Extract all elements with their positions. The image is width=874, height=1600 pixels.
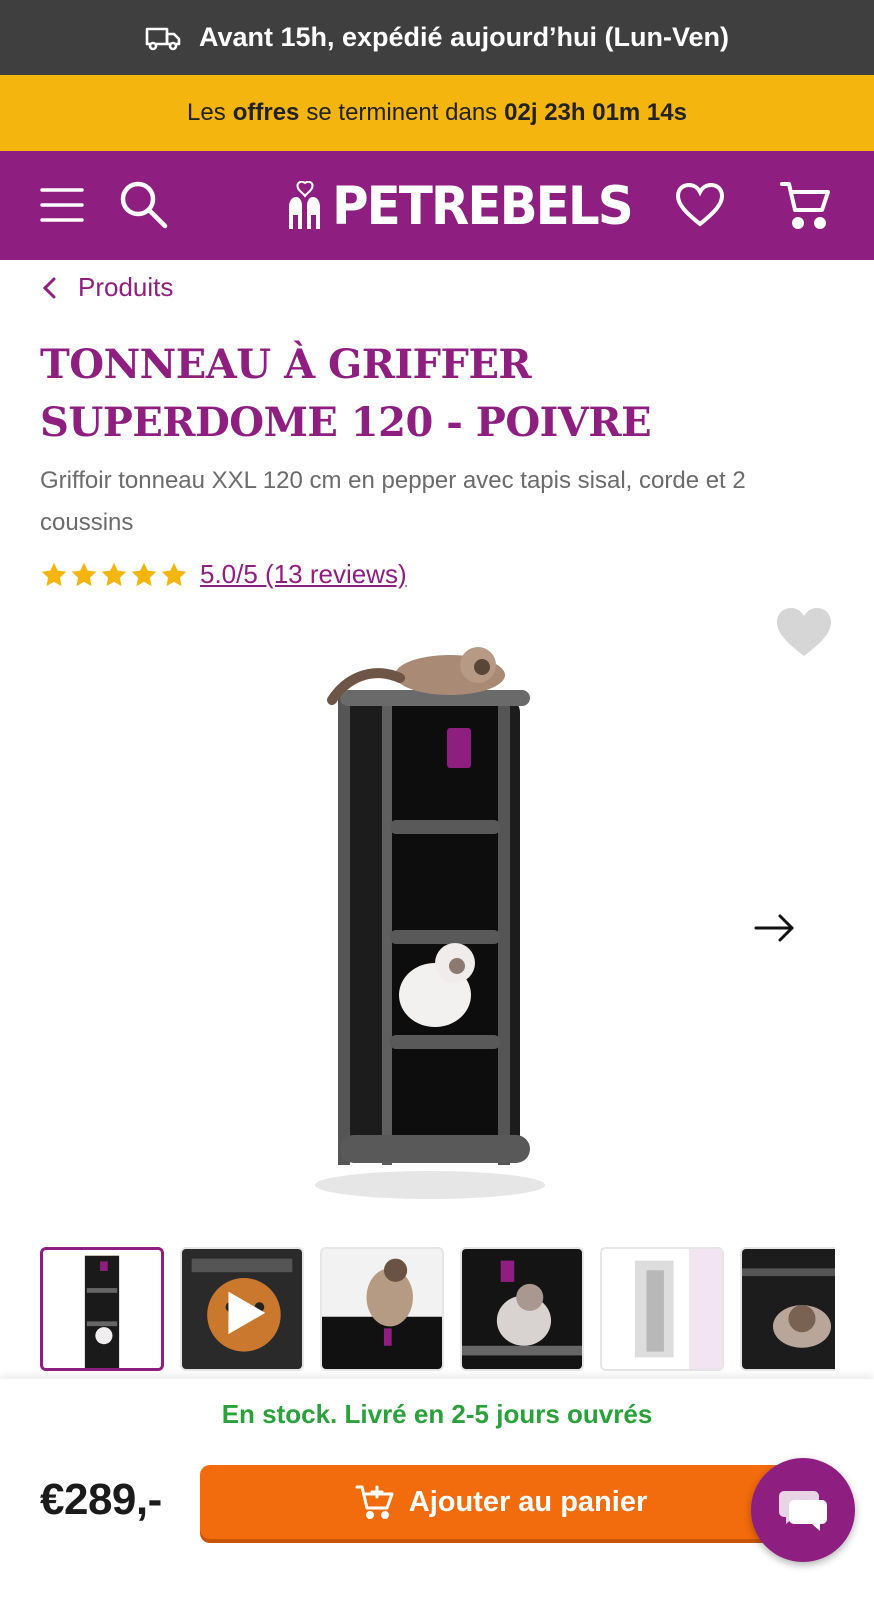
product-main-image[interactable] <box>310 640 550 1220</box>
star-icon <box>71 562 97 586</box>
stock-status: En stock. Livré en 2-5 jours ouvrés <box>221 1399 653 1429</box>
brand-name: PETREBELS <box>332 175 634 237</box>
thumbnail-image <box>182 1249 302 1369</box>
offer-prefix: Les <box>187 99 226 126</box>
cart-button[interactable] <box>780 179 832 231</box>
star-icon <box>161 562 187 586</box>
search-icon <box>120 181 168 229</box>
wishlist-button[interactable] <box>674 179 726 231</box>
breadcrumb-label: Produits <box>78 272 174 302</box>
offer-middle: se terminent dans <box>306 99 498 126</box>
add-to-wishlist-heart-icon[interactable] <box>775 606 833 658</box>
star-icon <box>41 562 67 586</box>
thumbnail-image <box>43 1250 161 1368</box>
star-icon <box>101 562 127 586</box>
search-button[interactable] <box>118 179 170 231</box>
sticky-purchase-bar: En stock. Livré en 2-5 jours ouvrés €289… <box>0 1379 874 1600</box>
shipping-text: Avant 15h, expédié aujourd’hui (Lun-Ven) <box>198 22 730 52</box>
cart-icon <box>780 182 830 229</box>
heart-icon <box>675 182 725 227</box>
menu-icon <box>40 188 84 222</box>
thumbnail-image <box>742 1249 835 1369</box>
thumbnail-2-video[interactable] <box>180 1247 304 1371</box>
site-header: PETREBELS <box>0 151 874 260</box>
thumbnail-strip[interactable] <box>40 1247 835 1373</box>
brand-logo[interactable]: PETREBELS <box>286 175 634 237</box>
chat-button[interactable] <box>751 1458 855 1562</box>
product-subtitle: Griffoir tonneau XXL 120 cm en pepper av… <box>40 467 746 536</box>
add-to-cart-label: Ajouter au panier <box>408 1485 648 1518</box>
product-rating[interactable]: 5.0/5 (13 reviews) <box>40 559 407 590</box>
offer-countdown-banner: Les offres se terminent dans 02j 23h 01m… <box>0 75 874 151</box>
thumbnail-1[interactable] <box>40 1247 164 1371</box>
next-image-arrow-icon[interactable] <box>752 910 798 946</box>
thumbnail-5[interactable] <box>600 1247 724 1371</box>
menu-button[interactable] <box>36 179 88 231</box>
offer-countdown: 02j 23h 01m 14s <box>504 99 687 126</box>
add-to-cart-button[interactable]: Ajouter au panier <box>200 1465 802 1539</box>
product-price: €289,- <box>40 1475 162 1524</box>
chat-icon <box>779 1491 827 1531</box>
thumbnail-6[interactable] <box>740 1247 835 1371</box>
offer-highlight: offres <box>232 99 300 126</box>
chevron-left-icon <box>42 277 56 298</box>
reviews-link[interactable]: 5.0/5 (13 reviews) <box>200 559 407 590</box>
thumbnail-4[interactable] <box>460 1247 584 1371</box>
truck-icon <box>145 27 181 50</box>
cat-logo-icon <box>289 181 320 229</box>
thumbnail-image <box>602 1249 722 1369</box>
breadcrumb[interactable]: Produits <box>40 272 173 303</box>
thumbnail-image <box>462 1249 582 1369</box>
rating-stars <box>40 561 188 589</box>
thumbnail-image <box>322 1249 442 1369</box>
thumbnail-3[interactable] <box>320 1247 444 1371</box>
shipping-banner: Avant 15h, expédié aujourd’hui (Lun-Ven) <box>0 0 874 75</box>
star-icon <box>131 562 157 586</box>
add-to-cart-icon <box>355 1485 394 1519</box>
product-title: TONNEAU À GRIFFER SUPERDOME 120 - POIVRE <box>40 341 652 446</box>
